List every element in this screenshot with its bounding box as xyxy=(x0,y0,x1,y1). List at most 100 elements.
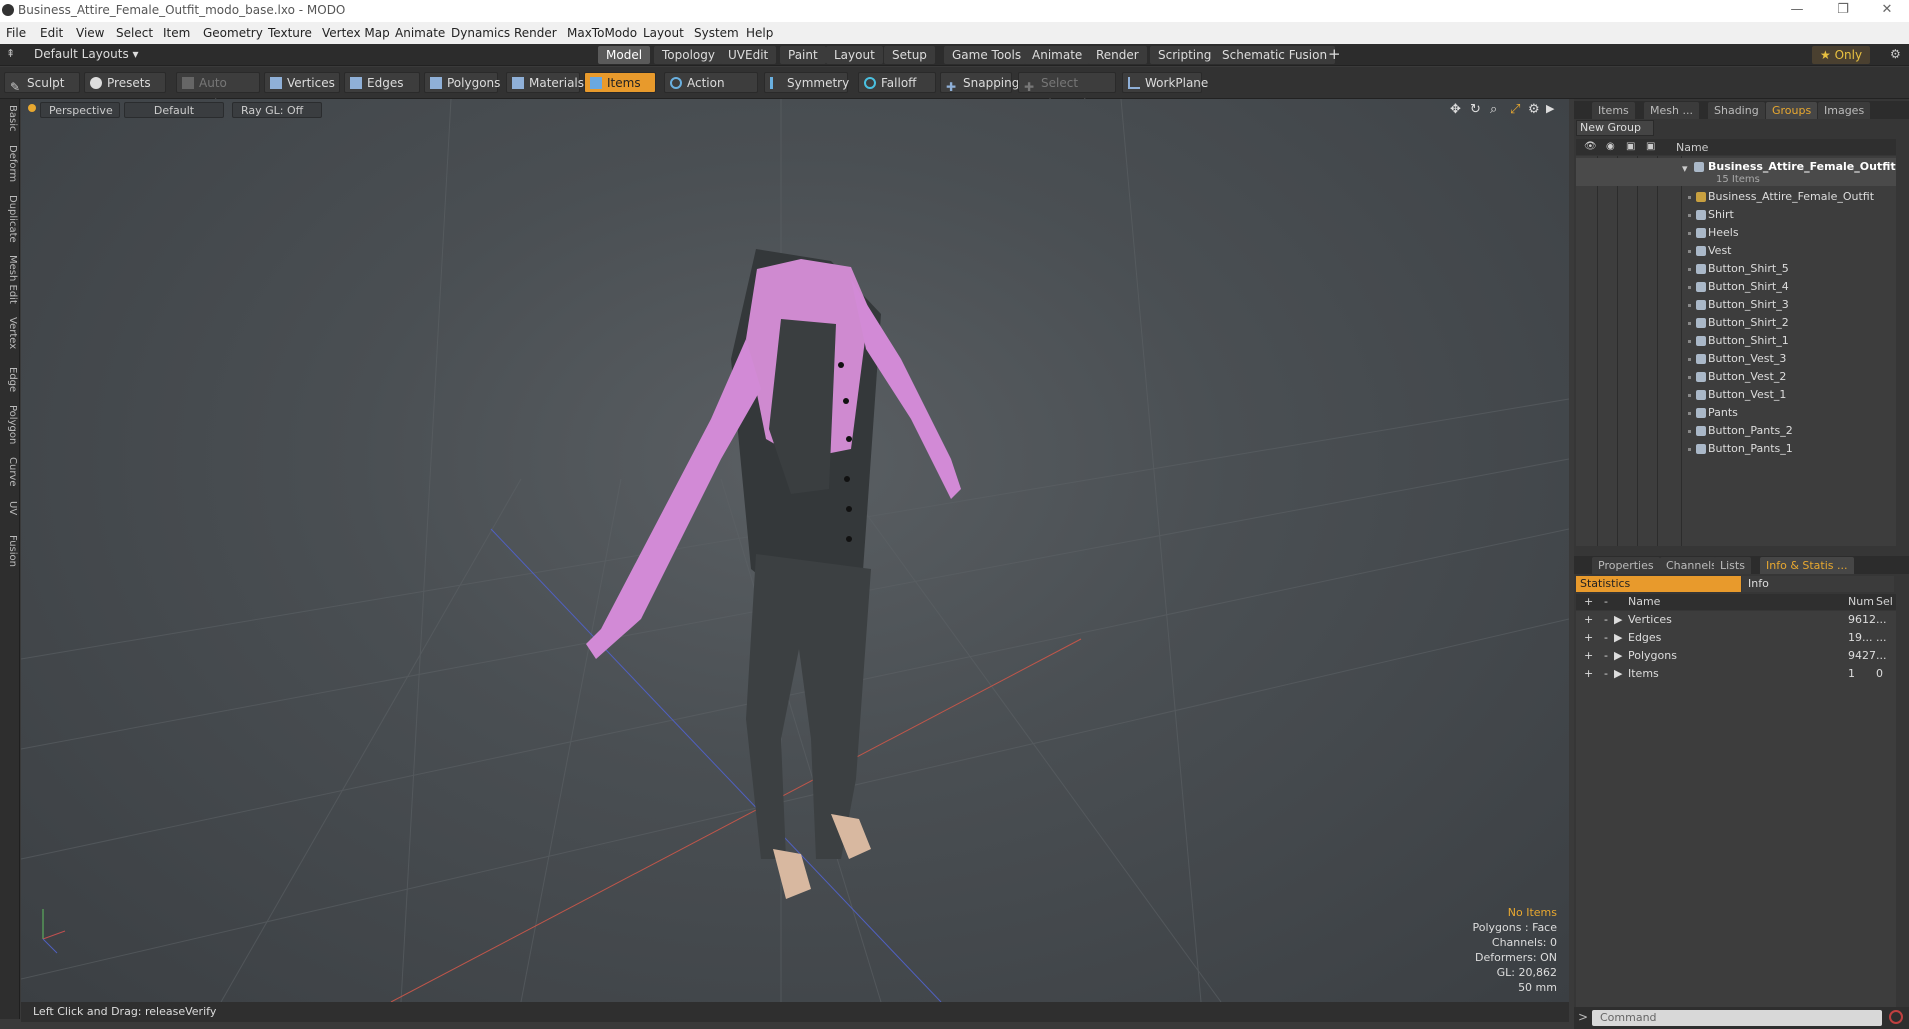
outliner-tab-3[interactable]: Groups xyxy=(1766,102,1818,119)
items-button[interactable]: Items xyxy=(584,72,656,93)
snapping-button[interactable]: ✚ Snapping xyxy=(940,72,1019,94)
left-tab-uv[interactable]: UV xyxy=(2,501,18,515)
select-through-button[interactable]: ✚Select Through xyxy=(1018,72,1116,111)
statistics-tab[interactable]: Statistics xyxy=(1576,576,1741,592)
stats-row[interactable]: + - ▶ Vertices 9612... xyxy=(1576,611,1896,629)
layout-tab-game-tools[interactable]: Game Tools xyxy=(944,46,1030,64)
expand-all-icon[interactable]: + xyxy=(1584,595,1593,608)
stats-remove-icon[interactable]: - xyxy=(1604,649,1608,662)
outliner-tab-1[interactable]: Mesh ... xyxy=(1644,102,1699,119)
menu-render[interactable]: Render xyxy=(514,26,557,40)
left-tab-fusion[interactable]: Fusion xyxy=(2,535,18,567)
tree-item[interactable]: Pants xyxy=(1576,404,1896,422)
left-tab-curve[interactable]: Curve xyxy=(2,457,18,487)
layout-preset-dropdown[interactable]: Default Layouts ▾ xyxy=(34,47,139,61)
vertices-button[interactable]: Vertices 1 xyxy=(264,72,340,111)
layout-tab-scripting[interactable]: Scripting xyxy=(1150,46,1220,64)
stats-row[interactable]: + - ▶ Polygons 9427... xyxy=(1576,647,1896,665)
presets-button[interactable]: Presets F6 xyxy=(84,72,166,111)
visibility-column-icon[interactable]: 👁 xyxy=(1584,141,1597,152)
menu-vertex-map[interactable]: Vertex Map xyxy=(322,26,390,40)
menu-animate[interactable]: Animate xyxy=(395,26,445,40)
layout-tab-layout[interactable]: Layout xyxy=(826,46,883,64)
menu-edit[interactable]: Edit xyxy=(40,26,63,40)
tree-item[interactable]: Vest xyxy=(1576,242,1896,260)
left-tab-polygon[interactable]: Polygon xyxy=(2,405,18,444)
action-center-button[interactable]: Action Center xyxy=(664,72,758,111)
command-input[interactable]: Command xyxy=(1592,1010,1882,1026)
tree-item[interactable]: Button_Shirt_2 xyxy=(1576,314,1896,332)
stats-add-icon[interactable]: + xyxy=(1584,613,1593,626)
props-tab-3[interactable]: Info & Statis ... xyxy=(1760,557,1854,574)
menu-maxtomodo[interactable]: MaxToModo xyxy=(567,26,637,40)
layout-tab-uvedit[interactable]: UVEdit xyxy=(720,46,777,64)
stats-add-icon[interactable]: + xyxy=(1584,667,1593,680)
minimize-icon[interactable]: — xyxy=(1782,2,1812,20)
layout-tab-schematic-fusion[interactable]: Schematic Fusion xyxy=(1214,46,1336,64)
tree-item[interactable]: Heels xyxy=(1576,224,1896,242)
outliner-tab-2[interactable]: Shading xyxy=(1708,102,1765,119)
rotate-view-icon[interactable]: ↻ xyxy=(1470,102,1481,117)
viewport-3d[interactable] xyxy=(21,99,1569,1002)
polygons-button[interactable]: Polygons xyxy=(424,72,500,93)
outliner-tab-0[interactable]: Items xyxy=(1592,102,1635,119)
tree-item[interactable]: Button_Vest_3 xyxy=(1576,350,1896,368)
expand-arrow-icon[interactable]: ▶ xyxy=(1614,613,1622,626)
group-row[interactable]: ▾ Business_Attire_Female_Outfit 15 Items xyxy=(1576,158,1896,186)
symmetry-button[interactable]: Symmetry xyxy=(764,72,849,93)
lock-column-icon[interactable]: ▣ xyxy=(1626,141,1635,152)
left-tab-edge[interactable]: Edge xyxy=(2,367,18,392)
left-tab-duplicate[interactable]: Duplicate xyxy=(2,195,18,243)
raygl-toggle[interactable]: Ray GL: Off xyxy=(232,102,322,118)
render-column-icon[interactable]: ◉ xyxy=(1606,141,1615,152)
menu-view[interactable]: View xyxy=(76,26,104,40)
outliner-tab-4[interactable]: Images xyxy=(1818,102,1871,119)
select-column-icon[interactable]: ▣ xyxy=(1646,141,1655,152)
tree-item[interactable]: Button_Shirt_3 xyxy=(1576,296,1896,314)
tree-item[interactable]: Button_Shirt_5 xyxy=(1576,260,1896,278)
edges-button[interactable]: Edges 2 xyxy=(344,72,420,111)
stats-add-icon[interactable]: + xyxy=(1584,649,1593,662)
stats-remove-icon[interactable]: - xyxy=(1604,613,1608,626)
materials-button[interactable]: Materials xyxy=(506,72,584,93)
layout-tab-topology[interactable]: Topology xyxy=(654,46,723,64)
menu-help[interactable]: Help xyxy=(746,26,773,40)
menu-dynamics[interactable]: Dynamics xyxy=(451,26,510,40)
left-tab-vertex[interactable]: Vertex xyxy=(2,317,18,349)
tree-item[interactable]: Shirt xyxy=(1576,206,1896,224)
tree-item[interactable]: Button_Vest_2 xyxy=(1576,368,1896,386)
menu-geometry[interactable]: Geometry xyxy=(203,26,263,40)
layout-tab-model[interactable]: Model xyxy=(598,46,651,64)
shading-dropdown[interactable]: Default xyxy=(124,102,224,118)
maximize-icon[interactable]: ❐ xyxy=(1828,2,1858,20)
add-tab-icon[interactable]: + xyxy=(1328,45,1341,63)
menu-system[interactable]: System xyxy=(694,26,739,40)
only-toggle[interactable]: ★ Only xyxy=(1812,46,1871,64)
viewport-expand-icon[interactable]: ▶ xyxy=(1546,102,1554,115)
menu-texture[interactable]: Texture xyxy=(268,26,312,40)
workplane-button[interactable]: WorkPlane xyxy=(1122,72,1208,93)
stats-row[interactable]: + - ▶ Edges 19...... xyxy=(1576,629,1896,647)
stats-row[interactable]: + - ▶ Items 1 0 xyxy=(1576,665,1896,683)
record-icon[interactable] xyxy=(1889,1010,1903,1024)
auto-select-button[interactable]: Auto Select xyxy=(176,72,260,111)
gear-icon[interactable]: ⚙ xyxy=(1890,47,1901,61)
layout-tab-setup[interactable]: Setup xyxy=(884,46,935,64)
expand-arrow-icon[interactable]: ▶ xyxy=(1614,649,1622,662)
view-dropdown[interactable]: Perspective xyxy=(40,102,120,118)
menu-item[interactable]: Item xyxy=(163,26,190,40)
left-tab-mesh-edit[interactable]: Mesh Edit xyxy=(2,255,18,304)
layout-tab-animate[interactable]: Animate xyxy=(1024,46,1091,64)
tree-item[interactable]: Button_Pants_1 xyxy=(1576,440,1896,458)
info-tab[interactable]: Info xyxy=(1742,576,1894,592)
left-tab-deform[interactable]: Deform xyxy=(2,145,18,182)
sculpt-button[interactable]: ✎ Sculpt xyxy=(4,72,80,94)
close-icon[interactable]: ✕ xyxy=(1872,2,1902,20)
falloff-button[interactable]: Falloff xyxy=(858,72,936,93)
stats-remove-icon[interactable]: - xyxy=(1604,631,1608,644)
props-tab-0[interactable]: Properties xyxy=(1592,557,1660,574)
move-view-icon[interactable]: ✥ xyxy=(1450,102,1461,117)
stats-remove-icon[interactable]: - xyxy=(1604,667,1608,680)
expand-arrow-icon[interactable]: ▶ xyxy=(1614,631,1622,644)
viewport-settings-icon[interactable]: ⚙ xyxy=(1528,102,1540,117)
